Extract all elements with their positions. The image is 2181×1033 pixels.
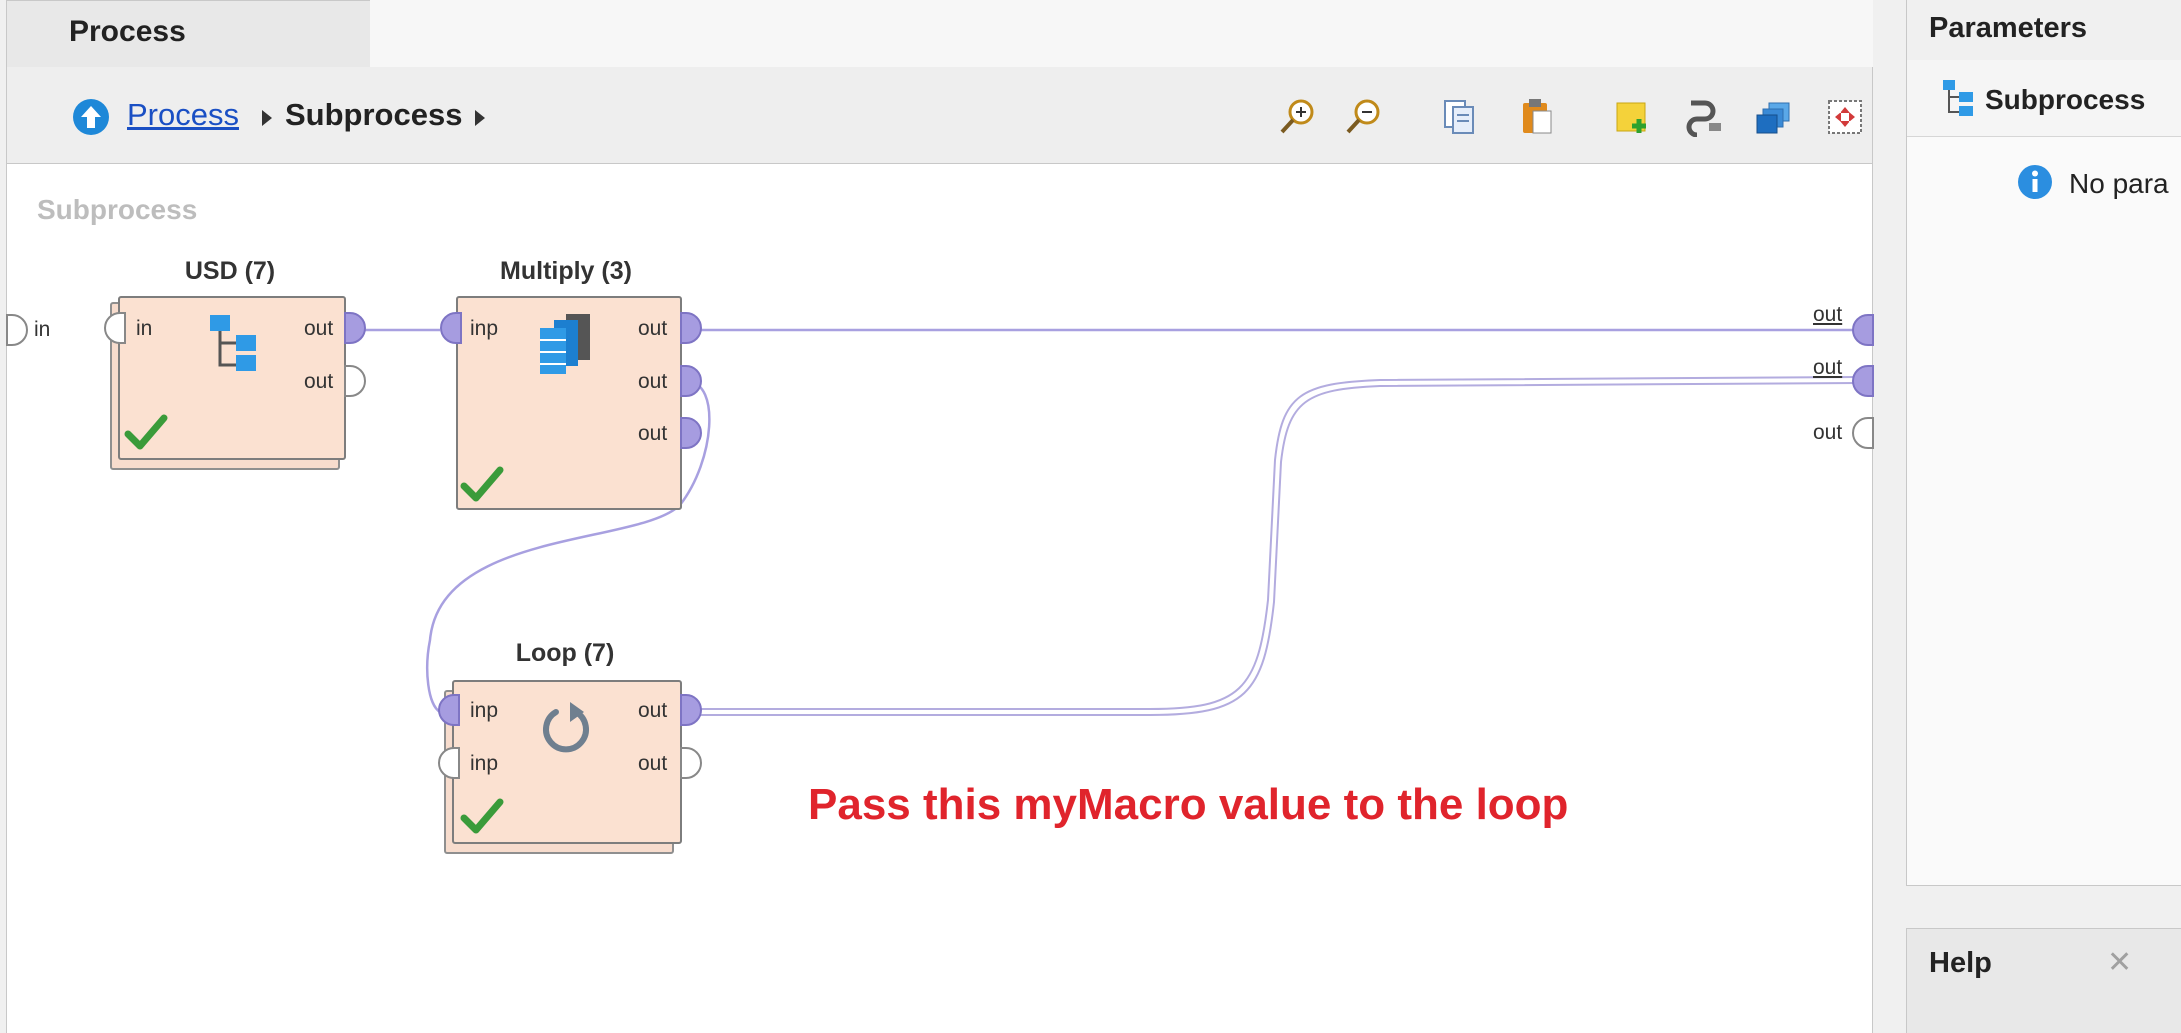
port-label: out xyxy=(638,752,668,775)
parameters-operator-row: Subprocess xyxy=(1907,60,2181,137)
canvas-input-port-label: in xyxy=(34,318,51,341)
operator-multiply-title: Multiply (3) xyxy=(500,257,632,285)
loop-icon xyxy=(540,700,596,756)
canvas-output-port-label: out xyxy=(1813,303,1843,326)
parameters-title: Parameters xyxy=(1929,12,2087,44)
subprocess-tree-icon xyxy=(208,313,260,373)
connection-wires xyxy=(352,328,1859,716)
port-label: inp xyxy=(470,699,499,722)
port-label: out xyxy=(304,317,334,340)
help-title: Help xyxy=(1929,947,1992,979)
info-icon xyxy=(2017,164,2053,200)
subprocess-tree-icon xyxy=(1941,78,1975,118)
port-label: in xyxy=(136,317,153,340)
port-label: inp xyxy=(470,752,499,775)
close-icon[interactable]: ✕ xyxy=(2107,945,2132,980)
port-label: out xyxy=(638,699,668,722)
parameters-panel: Parameters Subprocess No para xyxy=(1906,0,2181,886)
parameters-message: No para xyxy=(2069,168,2169,199)
status-check-icon xyxy=(460,464,504,504)
status-check-icon xyxy=(460,796,504,836)
operator-loop-title: Loop (7) xyxy=(515,639,615,667)
wire-loop-to-out-double xyxy=(688,382,1859,716)
multiply-icon xyxy=(536,312,596,376)
help-panel: Help ✕ xyxy=(1906,928,2181,1033)
port-label: inp xyxy=(470,317,499,340)
port-label: out xyxy=(638,370,668,393)
canvas-annotation: Pass this myMacro value to the loop xyxy=(808,780,1569,829)
port-label: out xyxy=(638,317,668,340)
wire-loop-to-out xyxy=(688,376,1859,710)
canvas-output-port-label: out xyxy=(1813,421,1843,444)
canvas-output-port-label: out xyxy=(1813,356,1843,379)
operator-usd-title: USD (7) xyxy=(184,257,276,285)
port-label: out xyxy=(638,422,668,445)
port-label: out xyxy=(304,370,334,393)
parameters-operator-name: Subprocess xyxy=(1985,84,2146,115)
status-check-icon xyxy=(124,412,168,452)
parameters-header: Parameters xyxy=(1907,0,2181,61)
